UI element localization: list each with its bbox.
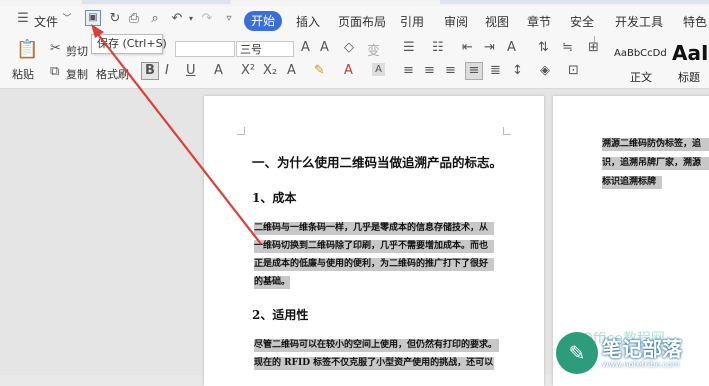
watermark-name: 笔记部落 [602,337,682,361]
annotation-arrowhead [91,24,104,38]
pen-logo-icon: ✎ [556,332,598,374]
annotation-arrow [91,24,262,245]
annotation-arrow-line [96,32,262,245]
site-watermark: Office教程网 ✎ 笔记部落 www.notetribe.com [556,330,709,375]
watermark-url: www.notetribe.com [602,360,680,369]
